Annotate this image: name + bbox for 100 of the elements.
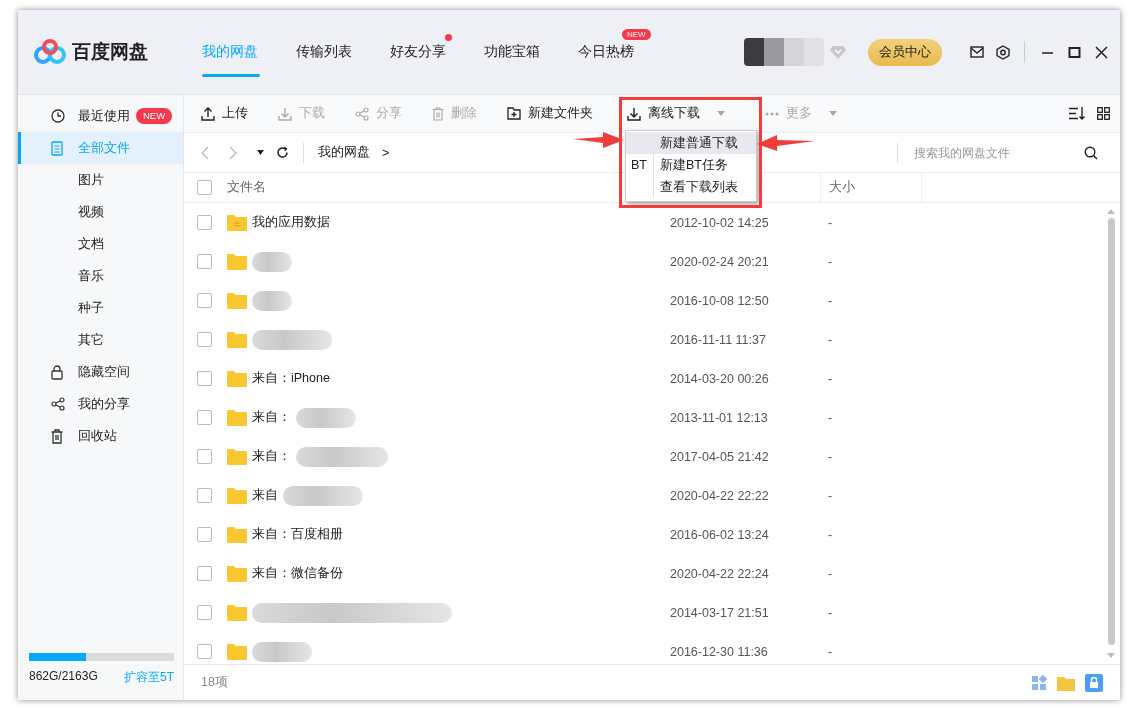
folder-icon[interactable]	[1057, 674, 1075, 691]
bt-label: BT	[631, 158, 647, 172]
toolbar-button[interactable]: 新建文件夹	[507, 105, 593, 122]
caret-icon[interactable]	[257, 150, 264, 155]
mail-icon[interactable]	[970, 46, 984, 58]
file-size: -	[827, 293, 833, 308]
row-checkbox[interactable]	[197, 488, 212, 503]
close-icon[interactable]	[1095, 45, 1108, 59]
file-size: -	[827, 449, 833, 464]
folder-icon	[227, 448, 247, 465]
file-size: -	[827, 371, 833, 386]
download-icon	[278, 106, 292, 121]
modified-date: 2020-04-22 22:22	[670, 488, 770, 503]
sidebar-subitem[interactable]: 其它	[18, 324, 183, 356]
modified-date: 2016-10-08 12:50	[670, 293, 770, 308]
sidebar-item[interactable]: 我的分享	[18, 388, 183, 420]
folder-icon	[227, 331, 247, 348]
file-name[interactable]: 来自：	[252, 409, 291, 426]
modified-date: 2020-02-24 20:21	[670, 254, 770, 269]
folder-icon	[227, 604, 247, 621]
toolbar-button[interactable]: 离线下载	[627, 105, 725, 122]
menu-item[interactable]: BT 新建BT任务	[626, 154, 756, 176]
file-name[interactable]: 来自：百度相册	[252, 526, 343, 543]
toolbar-button[interactable]: 上传	[201, 105, 248, 122]
file-size: -	[827, 605, 833, 620]
sidebar-item[interactable]: 最近使用 NEW	[18, 100, 183, 132]
settings-icon[interactable]	[996, 44, 1010, 60]
row-checkbox[interactable]	[197, 371, 212, 386]
breadcrumb-item[interactable]: 我的网盘	[318, 144, 370, 161]
back-icon[interactable]	[201, 145, 209, 160]
document-icon	[51, 140, 63, 156]
row-checkbox[interactable]	[197, 527, 212, 542]
modified-date: 2017-04-05 21:42	[670, 449, 770, 464]
share-icon	[355, 106, 369, 121]
modified-date: 2014-03-17 21:51	[670, 605, 770, 620]
modified-date: 2020-04-22 22:24	[670, 566, 770, 581]
sidebar-item[interactable]: 回收站	[18, 420, 183, 452]
search-icon[interactable]	[1084, 145, 1098, 160]
lock-icon[interactable]	[1085, 673, 1103, 692]
sort-icon[interactable]	[1069, 107, 1085, 120]
upload-icon	[201, 106, 215, 121]
maximize-icon[interactable]	[1068, 45, 1081, 59]
folder-icon	[227, 526, 247, 543]
row-checkbox[interactable]	[197, 254, 212, 269]
folder-icon	[227, 370, 247, 387]
modified-date: 2016-12-30 11:36	[670, 644, 769, 659]
sidebar-subitem[interactable]: 文档	[18, 228, 183, 260]
nav-tab[interactable]: 传输列表	[296, 10, 390, 94]
row-checkbox[interactable]	[197, 293, 212, 308]
scroll-down-icon[interactable]	[1107, 653, 1115, 658]
vip-center-button[interactable]: 会员中心	[868, 38, 942, 66]
column-header[interactable]: 大小	[821, 173, 922, 202]
refresh-icon[interactable]	[276, 146, 289, 159]
row-checkbox[interactable]	[197, 449, 212, 464]
select-all-checkbox[interactable]	[197, 180, 212, 195]
sidebar-item[interactable]: 隐藏空间	[18, 356, 183, 388]
sidebar-subitem[interactable]: 图片	[18, 164, 183, 196]
search-field[interactable]: 搜索我的网盘文件	[912, 144, 1084, 161]
file-name[interactable]: 我的应用数据	[252, 214, 330, 231]
file-size: -	[827, 410, 833, 425]
modified-date: 2016-11-11 11:37	[670, 332, 767, 347]
download-icon	[627, 106, 641, 121]
menu-item[interactable]: 查看下载列表	[626, 176, 756, 198]
scrollbar-thumb[interactable]	[1107, 218, 1115, 645]
app-name: 百度网盘	[72, 40, 148, 64]
nav-tab[interactable]: 好友分享	[390, 10, 484, 94]
breadcrumb-separator: >	[382, 145, 390, 160]
file-name[interactable]: 来自	[252, 487, 278, 504]
clock-icon	[51, 109, 65, 123]
row-checkbox[interactable]	[197, 410, 212, 425]
file-size: -	[827, 644, 833, 659]
grid-view-icon[interactable]	[1097, 107, 1110, 120]
file-name[interactable]: 来自：	[252, 448, 291, 465]
tiles-icon[interactable]	[1031, 674, 1047, 691]
sidebar-subitem[interactable]: 种子	[18, 292, 183, 324]
folder-icon	[227, 643, 247, 660]
sidebar-subitem[interactable]: 视频	[18, 196, 183, 228]
sidebar-subitem[interactable]: 音乐	[18, 260, 183, 292]
folder-icon	[227, 487, 247, 504]
menu-item[interactable]: 新建普通下载	[626, 132, 756, 154]
folder-icon	[227, 292, 247, 309]
share-icon	[51, 397, 65, 411]
modified-date: 2016-06-02 13:24	[670, 527, 770, 542]
folder-icon	[227, 253, 247, 270]
row-checkbox[interactable]	[197, 215, 212, 230]
new-folder-icon	[507, 107, 521, 120]
storage-usage: 862G/2163G	[29, 669, 98, 685]
row-checkbox[interactable]	[197, 566, 212, 581]
forward-icon[interactable]	[229, 145, 237, 160]
row-checkbox[interactable]	[197, 332, 212, 347]
file-name[interactable]: 来自：iPhone	[252, 370, 330, 387]
file-name[interactable]: 来自：微信备份	[252, 565, 343, 582]
modified-date: 2013-11-01 12:13	[670, 410, 769, 425]
lock-icon	[51, 364, 63, 380]
scroll-up-icon[interactable]	[1107, 209, 1115, 214]
row-checkbox[interactable]	[197, 644, 212, 659]
row-checkbox[interactable]	[197, 605, 212, 620]
new-badge: NEW	[136, 108, 173, 124]
folder-icon	[227, 565, 247, 582]
nav-tab[interactable]: 功能宝箱	[484, 10, 578, 94]
